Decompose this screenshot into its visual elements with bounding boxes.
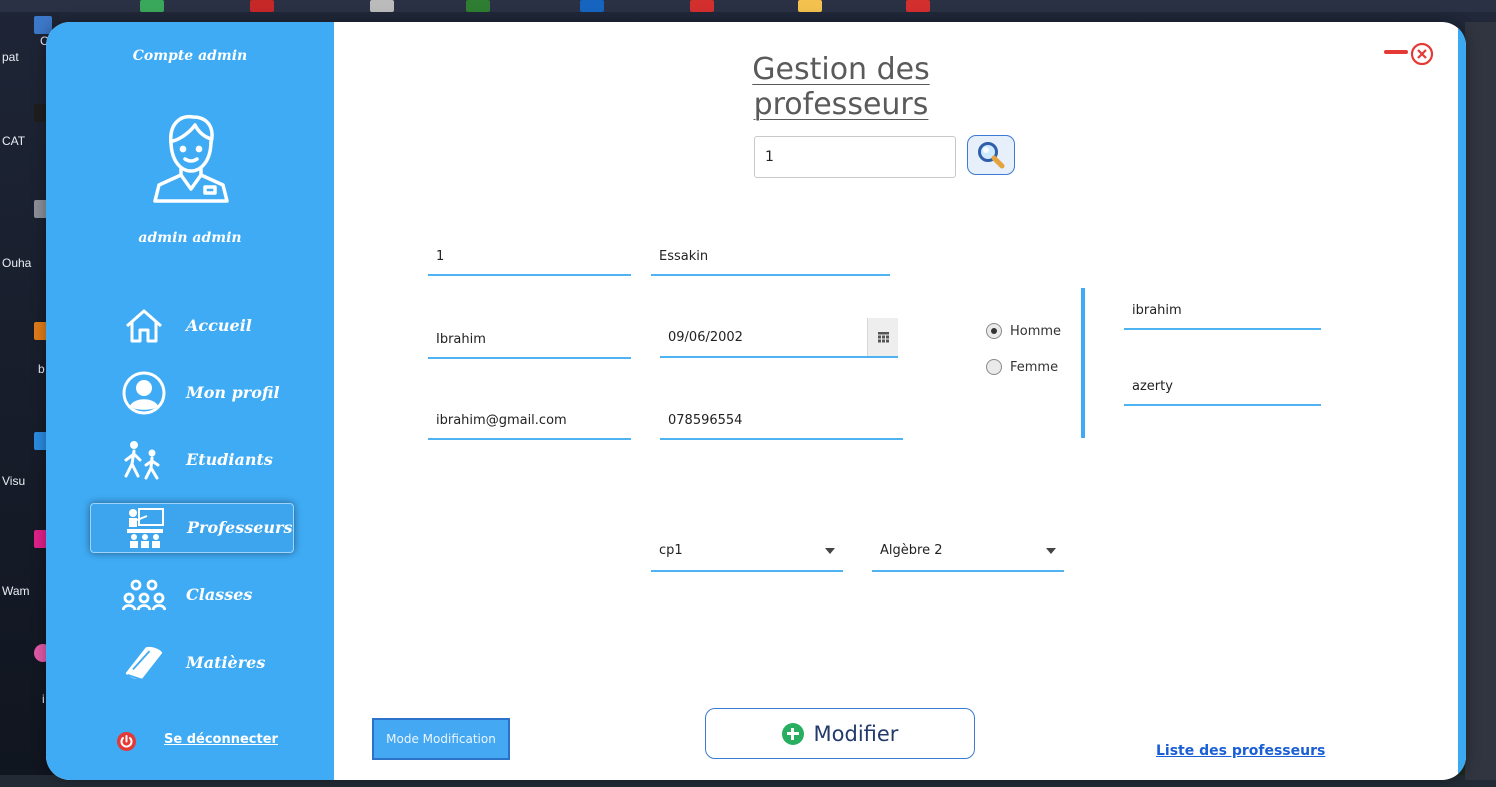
- matiere-select[interactable]: Algèbre 2: [872, 532, 1064, 572]
- nom-field[interactable]: Essakin: [651, 240, 890, 276]
- id-field[interactable]: 1: [428, 240, 631, 276]
- date-naissance-value: 09/06/2002: [668, 330, 743, 345]
- minimize-icon[interactable]: [1384, 50, 1408, 56]
- logout-label: Se déconnecter: [164, 732, 278, 747]
- password-field[interactable]: azerty: [1124, 370, 1321, 406]
- window-right-accent: [1458, 22, 1466, 780]
- desktop-icon-label: Visu: [2, 474, 26, 488]
- desktop-shortcut-icon[interactable]: [250, 0, 274, 12]
- classe-select-value: cp1: [659, 543, 683, 558]
- sidebar: Compte admin admin admin Accueil Mon pro…: [46, 22, 334, 780]
- radio-homme-label: Homme: [1010, 323, 1062, 339]
- desktop-right-strip: [1465, 22, 1496, 780]
- search-button[interactable]: [967, 135, 1015, 175]
- book-icon: [122, 639, 166, 687]
- sidebar-item-classes[interactable]: Classes: [90, 571, 292, 619]
- students-walking-icon: [122, 436, 166, 484]
- desktop-top-strip: [0, 0, 1496, 12]
- desktop-shortcut-icon[interactable]: [690, 0, 714, 12]
- sidebar-item-label: Matières: [186, 653, 266, 672]
- teacher-board-icon: [123, 504, 167, 552]
- email-field[interactable]: ibrahim@gmail.com: [428, 404, 631, 440]
- admin-username: admin admin: [138, 230, 242, 246]
- prenom-field[interactable]: Ibrahim: [428, 323, 631, 359]
- close-icon[interactable]: [1410, 42, 1434, 66]
- plus-circle-icon: [781, 722, 804, 745]
- desktop-shortcut-icon[interactable]: [466, 0, 490, 12]
- mode-modification-button[interactable]: Mode Modification: [372, 718, 510, 760]
- liste-professeurs-link[interactable]: Liste des professeurs: [1156, 743, 1325, 759]
- radio-femme-circle[interactable]: [986, 359, 1002, 375]
- desktop-shortcut-icon[interactable]: [140, 0, 164, 12]
- sidebar-item-label: Professeurs: [187, 518, 293, 537]
- desktop-shortcut-icon[interactable]: [906, 0, 930, 12]
- group-icon: [122, 571, 166, 619]
- matiere-select-value: Algèbre 2: [880, 543, 943, 558]
- calendar-button[interactable]: [867, 318, 898, 356]
- user-circle-icon: [122, 369, 166, 417]
- desktop-shortcut-icon[interactable]: [580, 0, 604, 12]
- desktop-shortcut-icon[interactable]: [370, 0, 394, 12]
- sidebar-item-label: Accueil: [186, 316, 252, 335]
- modifier-button[interactable]: Modifier: [705, 708, 975, 759]
- section-divider: [1081, 288, 1085, 438]
- radio-femme[interactable]: Femme: [986, 357, 1058, 377]
- sidebar-item-etudiants[interactable]: Etudiants: [90, 436, 292, 484]
- chevron-down-icon: [1046, 548, 1056, 554]
- search-icon: [978, 142, 1005, 169]
- admin-avatar-icon: [153, 114, 229, 203]
- desktop-icon-label: Wam: [2, 584, 30, 598]
- sidebar-item-label: Classes: [186, 585, 253, 604]
- desktop-icon-label: Ouha: [2, 256, 32, 270]
- sidebar-item-label: Mon profil: [186, 383, 280, 402]
- sidebar-item-professeurs[interactable]: Professeurs: [90, 503, 294, 553]
- app-window: Compte admin admin admin Accueil Mon pro…: [46, 22, 1466, 780]
- sidebar-item-mon-profil[interactable]: Mon profil: [90, 369, 292, 417]
- classe-select[interactable]: cp1: [651, 532, 843, 572]
- telephone-field[interactable]: 078596554: [660, 404, 903, 440]
- radio-femme-label: Femme: [1010, 359, 1059, 375]
- sidebar-item-matieres[interactable]: Matières: [90, 639, 292, 687]
- home-icon: [122, 302, 166, 350]
- logout-link[interactable]: Se déconnecter: [114, 730, 314, 754]
- radio-homme-circle[interactable]: [986, 323, 1002, 339]
- page-title: Gestion des professeurs: [752, 52, 930, 122]
- login-field[interactable]: ibrahim: [1124, 294, 1321, 330]
- desktop-icon-label: pat: [2, 50, 19, 64]
- desktop-icon-label: i: [42, 692, 45, 706]
- calendar-icon: [877, 331, 889, 342]
- search-input[interactable]: 1: [754, 136, 956, 178]
- modifier-label: Modifier: [813, 721, 899, 746]
- desktop-shortcut-icon[interactable]: [798, 0, 822, 12]
- sidebar-item-accueil[interactable]: Accueil: [90, 302, 292, 350]
- account-title: Compte admin: [132, 48, 248, 64]
- power-icon: [117, 732, 136, 751]
- sidebar-item-label: Etudiants: [186, 450, 273, 469]
- chevron-down-icon: [825, 548, 835, 554]
- desktop-icon-label: b: [38, 362, 45, 376]
- desktop-icon-label: CAT: [2, 134, 26, 148]
- date-naissance-picker[interactable]: 09/06/2002: [660, 318, 898, 358]
- radio-homme[interactable]: Homme: [986, 321, 1061, 341]
